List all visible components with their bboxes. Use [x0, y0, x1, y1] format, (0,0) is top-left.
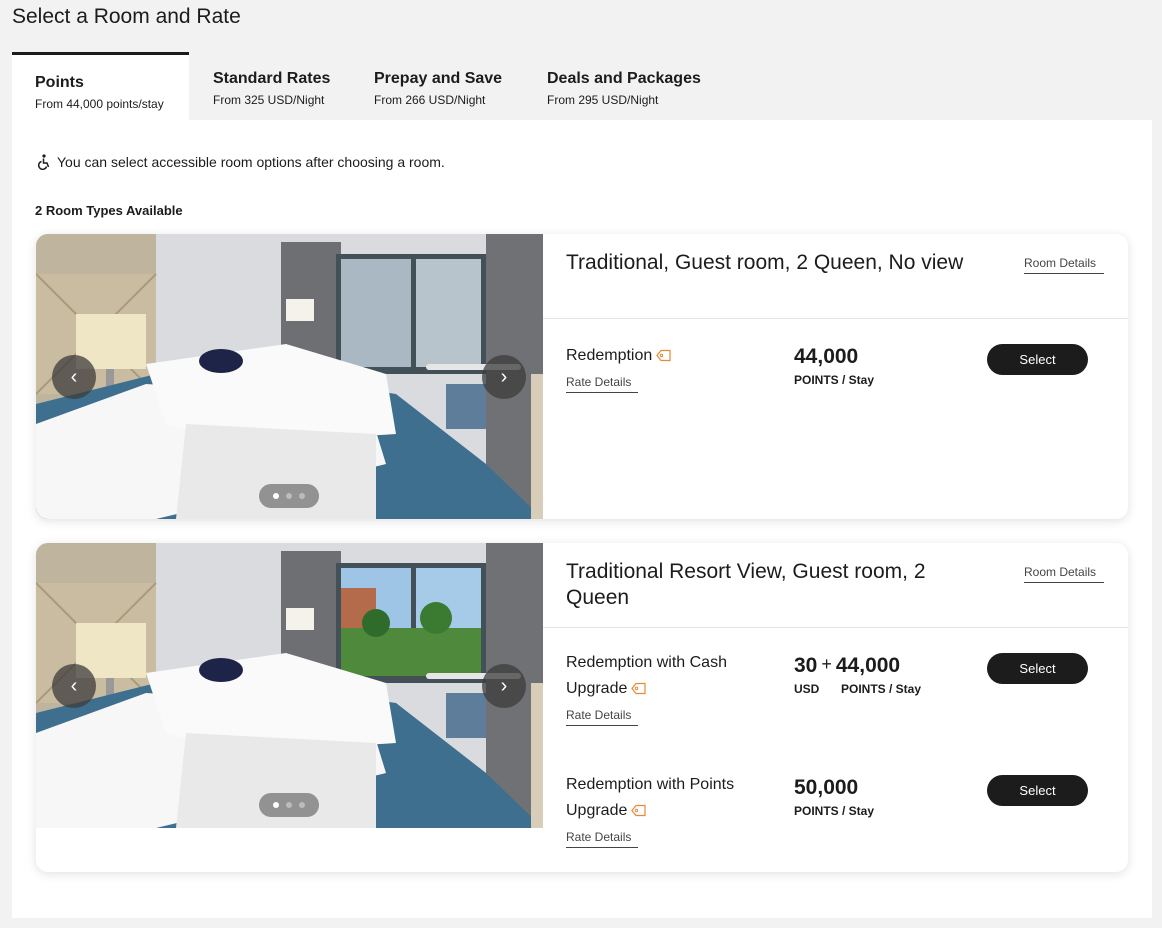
room-photo: ‹ › — [36, 543, 543, 828]
tab-sublabel: From 295 USD/Night — [547, 93, 659, 107]
pagination-dot[interactable] — [286, 493, 292, 499]
pagination-dot[interactable] — [299, 493, 305, 499]
page-title: Select a Room and Rate — [12, 5, 241, 28]
accessibility-note-text: You can select accessible room options a… — [57, 154, 445, 170]
room-details-link[interactable]: Room Details — [1024, 256, 1104, 274]
photo-pagination-dots — [259, 793, 319, 817]
next-photo-button[interactable]: › — [482, 664, 526, 708]
rate-name: Redemption — [566, 343, 756, 369]
select-rate-button[interactable]: Select — [987, 653, 1088, 684]
tag-icon — [631, 805, 646, 817]
tab-standard-rates[interactable]: Standard Rates From 325 USD/Night — [213, 52, 353, 120]
cash-amount: 30 — [794, 654, 818, 677]
rate-name: Redemption with Points Upgrade — [566, 772, 756, 824]
pagination-dot-active[interactable] — [273, 493, 279, 499]
tab-points[interactable]: Points From 44,000 points/stay — [12, 52, 189, 120]
tab-sublabel: From 266 USD/Night — [374, 93, 486, 107]
room-title: Traditional Resort View, Guest room, 2 Q… — [566, 560, 926, 609]
plus-sign: + — [821, 654, 832, 674]
tab-label: Standard Rates — [213, 70, 331, 87]
tag-icon — [656, 350, 671, 362]
tab-sublabel: From 44,000 points/stay — [35, 97, 164, 111]
rate-details-link[interactable]: Rate Details — [566, 708, 638, 726]
room-types-count: 2 Room Types Available — [35, 203, 183, 218]
room-details-link[interactable]: Room Details — [1024, 565, 1104, 583]
rate-name-text: Redemption with Cash Upgrade — [566, 654, 727, 697]
divider — [543, 318, 1128, 319]
cash-plus-points-amount: 30 +44,000 — [794, 654, 900, 678]
rate-details-link[interactable]: Rate Details — [566, 375, 638, 393]
points-unit: POINTS / Stay — [841, 682, 922, 696]
pagination-dot-active[interactable] — [273, 802, 279, 808]
accessibility-note: You can select accessible room options a… — [37, 154, 445, 170]
chevron-left-icon: ‹ — [70, 365, 78, 388]
rate-name-text: Redemption — [566, 347, 653, 364]
tab-label: Deals and Packages — [547, 70, 701, 87]
pagination-dot[interactable] — [299, 802, 305, 808]
points-unit: POINTS / Stay — [794, 373, 875, 387]
previous-photo-button[interactable]: ‹ — [52, 664, 96, 708]
tab-label: Points — [35, 74, 84, 91]
points-unit: POINTS / Stay — [794, 804, 875, 818]
room-title: Traditional, Guest room, 2 Queen, No vie… — [566, 251, 964, 274]
tab-sublabel: From 325 USD/Night — [213, 93, 325, 107]
room-photo: ‹ › — [36, 234, 543, 519]
tab-deals-and-packages[interactable]: Deals and Packages From 295 USD/Night — [547, 52, 717, 120]
points-amount: 44,000 — [794, 345, 859, 368]
rate-name: Redemption with Cash Upgrade — [566, 650, 756, 702]
divider — [543, 627, 1128, 628]
points-amount: 44,000 — [835, 654, 901, 677]
tab-label: Prepay and Save — [374, 70, 503, 87]
room-card: ‹ › Traditional, Guest room, 2 Queen, No… — [36, 234, 1128, 519]
next-photo-button[interactable]: › — [482, 355, 526, 399]
cash-unit: USD — [794, 682, 820, 696]
rate-details-link[interactable]: Rate Details — [566, 830, 638, 848]
select-rate-button[interactable]: Select — [987, 344, 1088, 375]
wheelchair-icon — [37, 154, 50, 170]
tag-icon — [631, 683, 646, 695]
select-rate-button[interactable]: Select — [987, 775, 1088, 806]
photo-pagination-dots — [259, 484, 319, 508]
rate-tabs: Points From 44,000 points/stay Standard … — [12, 52, 1152, 120]
chevron-left-icon: ‹ — [70, 674, 78, 697]
room-results-panel: You can select accessible room options a… — [12, 120, 1152, 918]
pagination-dot[interactable] — [286, 802, 292, 808]
chevron-right-icon: › — [500, 365, 508, 388]
points-amount: 50,000 — [794, 776, 859, 799]
chevron-right-icon: › — [500, 674, 508, 697]
tab-prepay-and-save[interactable]: Prepay and Save From 266 USD/Night — [374, 52, 524, 120]
previous-photo-button[interactable]: ‹ — [52, 355, 96, 399]
rate-name-text: Redemption with Points Upgrade — [566, 776, 735, 819]
room-card: ‹ › Traditional Resort View, Guest room,… — [36, 543, 1128, 872]
